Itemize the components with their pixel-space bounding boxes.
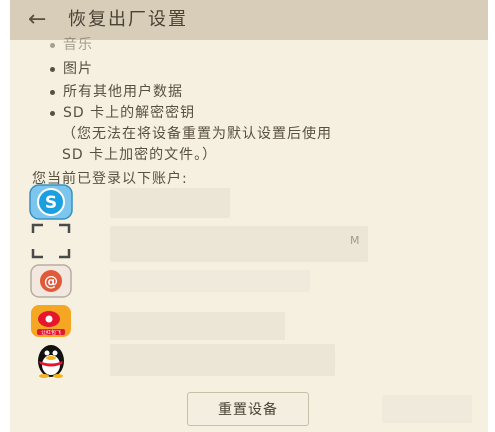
bullet-icon bbox=[50, 89, 55, 95]
page-title: 恢复出厂设置 bbox=[68, 9, 188, 30]
list-item-other-data: 所有其他用户数据 bbox=[50, 81, 183, 101]
weibo-icon-label: 让红包飞 bbox=[41, 329, 61, 336]
qq-penguin-icon bbox=[28, 340, 74, 378]
list-item-images: 图片 bbox=[50, 58, 93, 78]
account-name-4 bbox=[110, 312, 285, 340]
note-line-1: （您无法在将设备重置为默认设置后使用 bbox=[62, 126, 332, 142]
svg-text:@: @ bbox=[44, 274, 58, 290]
reset-screen: ← 恢复出厂设置 音乐 图片 所有其他用户数据 SD 卡上的解密密钥 （您无法在… bbox=[10, 0, 488, 432]
account-name-3 bbox=[110, 270, 310, 292]
blurred-area bbox=[382, 395, 472, 423]
bullet-icon bbox=[50, 110, 55, 116]
bullet-icon bbox=[50, 42, 55, 48]
list-item-sd-key: SD 卡上的解密密钥 bbox=[50, 102, 195, 122]
arrow-left-icon[interactable]: ← bbox=[28, 8, 54, 32]
skype-icon: S bbox=[28, 183, 74, 221]
weibo-icon: 让红包飞 bbox=[28, 302, 74, 340]
svg-text:S: S bbox=[45, 193, 57, 213]
reset-device-button[interactable]: 重置设备 bbox=[187, 392, 309, 426]
email-icon: @ bbox=[28, 262, 74, 300]
account-name-1 bbox=[110, 188, 230, 218]
content-area: 音乐 图片 所有其他用户数据 SD 卡上的解密密钥 （您无法在将设备重置为默认设… bbox=[10, 37, 488, 432]
scan-frame-icon bbox=[28, 222, 74, 260]
bullet-icon bbox=[50, 66, 55, 72]
list-item-music: 音乐 bbox=[50, 34, 93, 54]
account-name-2 bbox=[110, 226, 368, 262]
account-fragment: M bbox=[350, 234, 361, 247]
note-line-2: SD 卡上加密的文件。） bbox=[62, 147, 218, 163]
account-name-5 bbox=[110, 344, 335, 376]
